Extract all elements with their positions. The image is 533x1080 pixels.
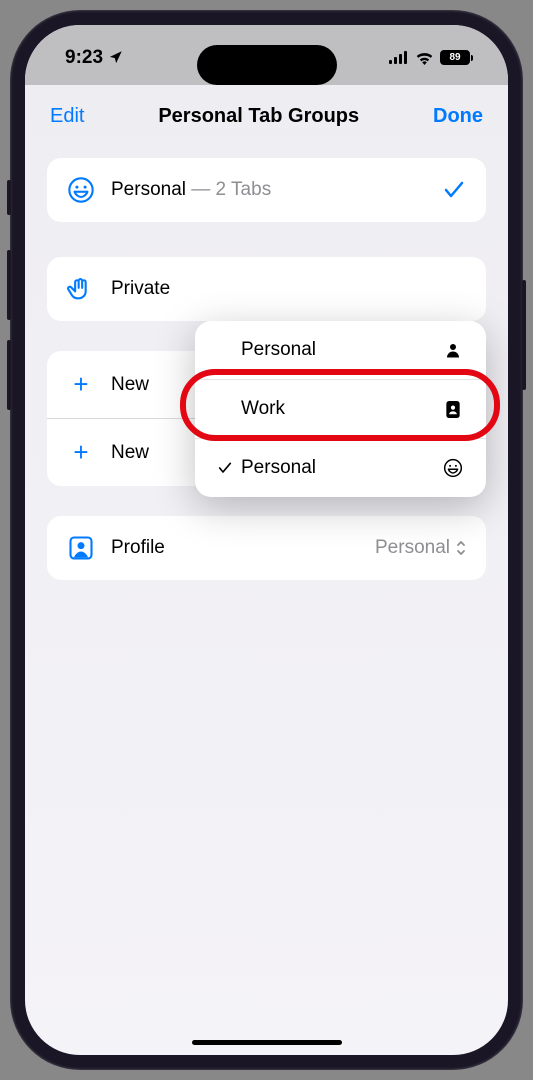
status-time: 9:23: [65, 47, 103, 69]
power-button: [522, 280, 526, 390]
battery-indicator: 89: [440, 50, 473, 65]
person-icon: [442, 341, 464, 359]
wifi-icon: [415, 51, 434, 65]
edit-button[interactable]: Edit: [50, 105, 84, 128]
dynamic-island: [197, 45, 337, 85]
battery-level: 89: [449, 52, 460, 63]
home-indicator[interactable]: [192, 1040, 342, 1045]
profile-value-text: Personal: [375, 537, 450, 559]
popover-item-personal-profile[interactable]: Personal: [195, 321, 486, 379]
personal-name: Personal: [111, 179, 186, 200]
private-label: Private: [111, 278, 466, 300]
volume-up-button: [7, 250, 11, 320]
page-title: Personal Tab Groups: [158, 105, 359, 128]
location-icon: [108, 50, 123, 65]
profile-row[interactable]: Profile Personal: [47, 516, 486, 580]
screen: 9:23: [25, 25, 508, 1055]
phone-frame: 9:23: [10, 10, 523, 1070]
popover-label-1: Personal: [241, 339, 442, 361]
smiley-icon: [442, 458, 464, 478]
plus-icon: +: [67, 369, 95, 400]
new-label-1: New: [111, 374, 149, 396]
nav-bar: Edit Personal Tab Groups Done: [25, 85, 508, 143]
checkmark-icon: [442, 178, 466, 202]
popover-item-personal-current[interactable]: Personal: [195, 438, 486, 497]
content-area: Personal — 2 Tabs Private + New: [25, 143, 508, 595]
popover-label-2: Work: [241, 398, 442, 420]
profile-popover: Personal Work Personal: [195, 321, 486, 497]
chevron-updown-icon: [456, 540, 466, 556]
personal-label: Personal — 2 Tabs: [111, 179, 426, 201]
plus-icon: +: [67, 437, 95, 468]
smiley-icon: [67, 176, 95, 204]
volume-down-button: [7, 340, 11, 410]
badge-icon: [442, 400, 464, 419]
profile-icon: [67, 534, 95, 562]
signal-icon: [389, 51, 409, 64]
new-label-2: New: [111, 442, 149, 464]
personal-count: — 2 Tabs: [186, 179, 271, 200]
popover-item-work[interactable]: Work: [195, 379, 486, 438]
done-button[interactable]: Done: [433, 105, 483, 128]
private-tabs-row[interactable]: Private: [47, 257, 486, 321]
profile-label: Profile: [111, 537, 359, 559]
profile-value: Personal: [375, 537, 466, 559]
silence-switch: [7, 180, 11, 215]
hand-icon: [67, 275, 95, 303]
popover-label-3: Personal: [241, 457, 442, 479]
personal-tabs-row[interactable]: Personal — 2 Tabs: [47, 158, 486, 222]
check-icon: [217, 460, 241, 476]
